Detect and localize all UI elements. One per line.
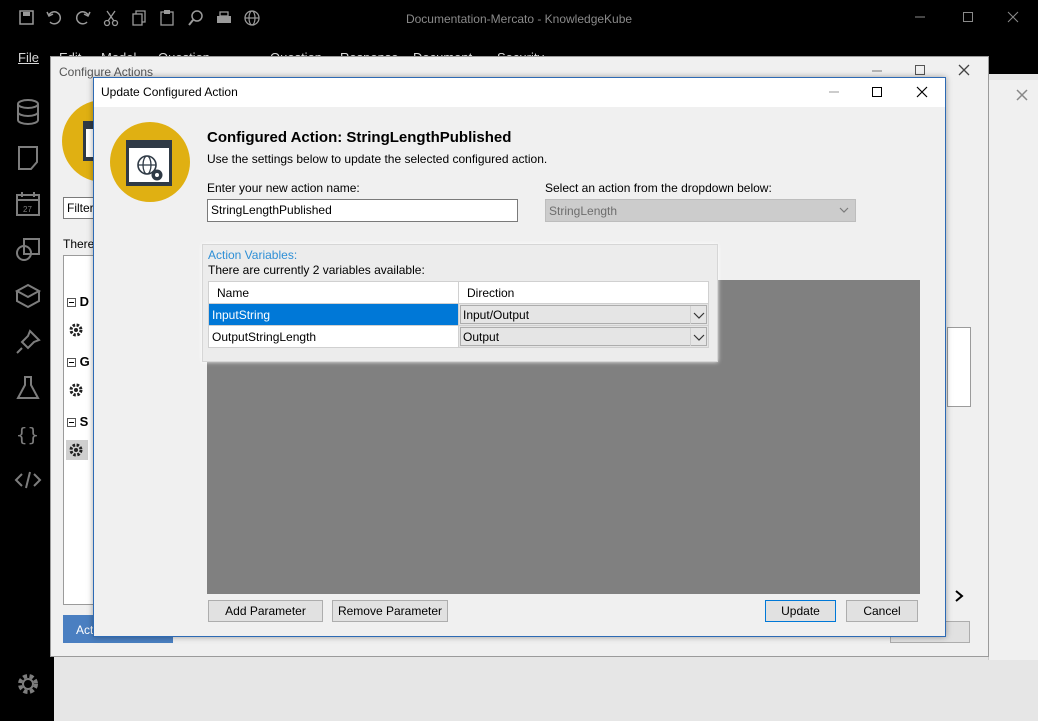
direction-value: Input/Output <box>463 308 530 322</box>
tree-item-selected[interactable] <box>66 440 88 460</box>
menu-file[interactable]: File <box>18 50 39 65</box>
tree-group-g-label: G <box>79 354 90 369</box>
tree-group-g[interactable]: G <box>67 354 90 369</box>
action-select-label: Select an action from the dropdown below… <box>545 181 772 195</box>
scroll-right-icon[interactable] <box>954 590 964 602</box>
pin-icon[interactable] <box>14 328 42 356</box>
maximize-icon[interactable] <box>958 8 978 26</box>
table-header-row: Name Direction <box>208 281 709 304</box>
update-dialog-title: Update Configured Action <box>101 85 238 99</box>
direction-combo[interactable]: Input/Output <box>458 303 709 326</box>
update-minimize-icon[interactable] <box>824 83 844 101</box>
configure-close-icon[interactable] <box>957 63 971 77</box>
configured-action-badge-icon <box>109 121 191 203</box>
action-variables-panel: Action Variables: There are currently 2 … <box>202 244 718 362</box>
configure-maximize-icon[interactable] <box>913 63 927 77</box>
action-name-label: Enter your new action name: <box>207 181 360 195</box>
configured-action-subheading: Use the settings below to update the sel… <box>207 152 548 166</box>
action-variables-count: There are currently 2 variables availabl… <box>208 263 425 277</box>
configure-minimize-icon[interactable] <box>869 63 885 75</box>
database-icon[interactable] <box>14 98 42 126</box>
column-header-direction[interactable]: Direction <box>458 281 709 304</box>
cancel-button[interactable]: Cancel <box>846 600 918 622</box>
direction-combo-box[interactable]: Input/Output <box>460 305 707 324</box>
settings-gear-icon[interactable] <box>14 670 42 698</box>
configure-list-edge <box>947 327 971 407</box>
update-button[interactable]: Update <box>765 600 836 622</box>
calendar-icon[interactable]: 27 <box>14 190 42 218</box>
chevron-down-icon <box>839 206 849 214</box>
add-parameter-button[interactable]: Add Parameter <box>208 600 323 622</box>
svg-text:27: 27 <box>23 205 32 214</box>
background-close-icon[interactable] <box>1015 88 1029 102</box>
tree-group-s[interactable]: S <box>67 414 88 429</box>
chevron-down-icon[interactable] <box>690 306 706 324</box>
update-dialog-titlebar: Update Configured Action <box>94 78 945 107</box>
app-titlebar: Documentation-Mercato - KnowledgeKube <box>0 0 1038 36</box>
braces-icon[interactable]: {} <box>14 420 42 448</box>
flask-icon[interactable] <box>14 374 42 402</box>
minimize-icon[interactable] <box>910 8 930 26</box>
direction-value: Output <box>463 330 500 344</box>
variable-name-cell[interactable]: InputString <box>208 303 459 326</box>
direction-combo-box[interactable]: Output <box>460 327 707 346</box>
configure-info-label: There <box>63 237 95 251</box>
direction-combo[interactable]: Output <box>458 325 709 348</box>
action-select-value: StringLength <box>549 204 618 218</box>
table-row[interactable]: OutputStringLength Output <box>208 325 709 348</box>
action-select-dropdown[interactable]: StringLength <box>545 199 856 222</box>
action-name-input[interactable]: StringLengthPublished <box>207 199 518 222</box>
update-close-icon[interactable] <box>912 83 932 101</box>
app-title: Documentation-Mercato - KnowledgeKube <box>405 12 633 26</box>
tree-group-s-label: S <box>79 414 89 429</box>
update-configured-action-dialog: Update Configured Action Configured Acti… <box>93 77 946 637</box>
actions-tree: D G S <box>63 255 95 605</box>
cube-icon[interactable] <box>14 282 42 310</box>
background-window <box>988 80 1038 660</box>
update-maximize-icon[interactable] <box>867 83 887 101</box>
svg-text:{}: {} <box>16 424 39 446</box>
document-icon[interactable] <box>14 144 42 172</box>
variables-table: Name Direction InputString Input/Output … <box>208 281 709 348</box>
variable-name-cell[interactable]: OutputStringLength <box>208 325 459 348</box>
tree-item-gear-icon[interactable] <box>68 382 84 398</box>
tree-group-d-label: D <box>79 294 90 309</box>
action-variables-title: Action Variables: <box>208 248 298 262</box>
configured-action-heading: Configured Action: StringLengthPublished <box>207 129 512 146</box>
column-header-name[interactable]: Name <box>208 281 459 304</box>
table-row[interactable]: InputString Input/Output <box>208 303 709 326</box>
chevron-down-icon[interactable] <box>690 328 706 346</box>
close-icon[interactable] <box>1003 8 1023 26</box>
remove-parameter-button[interactable]: Remove Parameter <box>332 600 448 622</box>
tree-item-gear-icon[interactable] <box>68 322 84 338</box>
tree-group-d[interactable]: D <box>67 294 89 309</box>
links-icon[interactable] <box>14 236 42 264</box>
code-icon[interactable] <box>14 466 42 494</box>
